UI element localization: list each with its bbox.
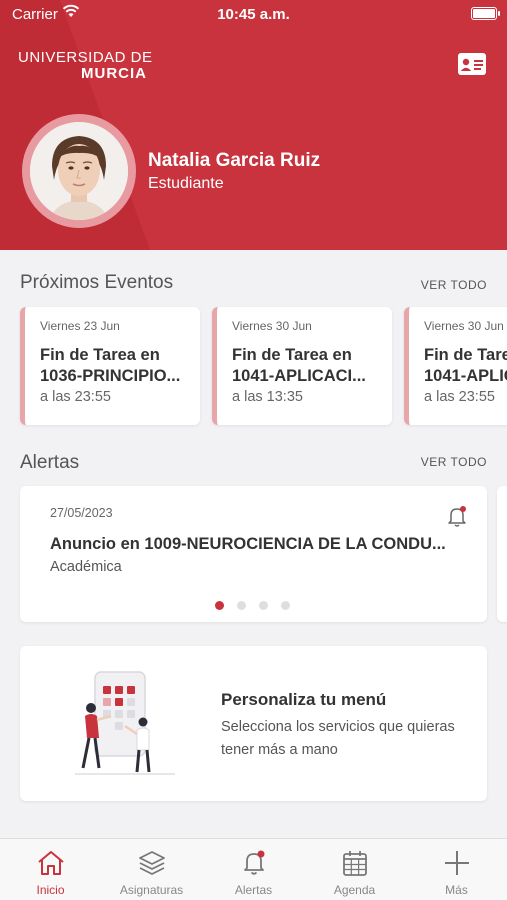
calendar-icon [343, 851, 367, 876]
alert-title: Anuncio en 1009-NEUROCIENCIA DE LA CONDU… [50, 535, 446, 553]
event-time: a las 23:55 [424, 389, 495, 405]
events-section-title: Próximos Eventos [20, 272, 174, 293]
clock: 10:45 a.m. [217, 6, 290, 23]
event-card[interactable]: Viernes 30 Jun Fin de Tarea en 1041-APLI… [404, 307, 507, 425]
event-title-line2: 1041-APLICACI... [424, 367, 507, 385]
bell-icon [244, 850, 265, 875]
pager-dot[interactable] [215, 601, 224, 610]
pager-dot[interactable] [259, 601, 268, 610]
logo-line1: UNIVERSIDAD DE [18, 49, 153, 66]
user-role: Estudiante [148, 175, 224, 192]
alert-category: Académica [50, 559, 122, 575]
pager-dot[interactable] [281, 601, 290, 610]
profile-header: Carrier 10:45 a.m. UNIVERSIDAD DE MURCIA [0, 0, 507, 250]
event-date: Viernes 30 Jun [232, 319, 312, 333]
id-card-icon[interactable] [457, 52, 487, 76]
event-date: Viernes 30 Jun [424, 319, 504, 333]
event-title: Fin de Tarea en 1036-PRINCIPIO... [40, 345, 200, 387]
bottom-tab-bar: Inicio Asignaturas Alertas Agenda Más [0, 838, 507, 900]
events-see-all-link[interactable]: VER TODO [421, 278, 487, 292]
event-title-line1: Fin de Tarea en [424, 346, 507, 364]
tab-label: Inicio [36, 883, 65, 897]
bell-icon [448, 506, 466, 527]
tab-label: Asignaturas [119, 883, 184, 897]
tab-agenda[interactable]: Agenda [304, 839, 405, 900]
battery-icon [471, 7, 500, 20]
tab-mas[interactable]: Más [406, 839, 507, 900]
customize-menu-card[interactable]: Personaliza tu menú Selecciona los servi… [20, 646, 487, 801]
tab-label: Alertas [234, 883, 273, 897]
event-card[interactable]: Viernes 23 Jun Fin de Tarea en 1036-PRIN… [20, 307, 200, 425]
alerts-section-title: Alertas [20, 452, 80, 473]
alerts-see-all-link[interactable]: VER TODO [421, 455, 487, 469]
tab-label: Más [445, 883, 468, 897]
event-date: Viernes 23 Jun [40, 319, 120, 333]
event-title-line1: Fin de Tarea en [40, 346, 160, 364]
status-bar: Carrier 10:45 a.m. [0, 0, 507, 28]
customize-menu-text: Selecciona los servicios que quieras ten… [221, 719, 455, 758]
logo-line2: MURCIA [81, 65, 147, 82]
alert-date: 27/05/2023 [50, 506, 113, 520]
pager-dot[interactable] [237, 601, 246, 610]
next-alert-card[interactable] [497, 486, 507, 622]
plus-icon [445, 851, 469, 875]
tab-alertas[interactable]: Alertas [203, 839, 304, 900]
person-portrait-icon [30, 122, 128, 220]
avatar[interactable] [22, 114, 136, 228]
layers-icon [139, 851, 165, 875]
university-logo: UNIVERSIDAD DE MURCIA [18, 50, 153, 82]
home-icon [38, 851, 64, 875]
user-name: Natalia Garcia Ruiz [148, 150, 321, 171]
event-title: Fin de Tarea en 1041-APLICACI... [424, 345, 507, 387]
avatar-photo [30, 122, 128, 220]
tab-asignaturas[interactable]: Asignaturas [101, 839, 202, 900]
tab-inicio[interactable]: Inicio [0, 839, 101, 900]
event-title-line2: 1036-PRINCIPIO... [40, 367, 181, 385]
customize-menu-title: Personaliza tu menú [221, 690, 387, 709]
customize-menu-illustration [75, 671, 175, 775]
event-title: Fin de Tarea en 1041-APLICACI... [232, 345, 392, 387]
carousel-pager[interactable] [215, 597, 303, 615]
event-time: a las 13:35 [232, 389, 303, 405]
alert-card[interactable]: 27/05/2023 Anuncio en 1009-NEUROCIENCIA … [20, 486, 487, 622]
event-time: a las 23:55 [40, 389, 111, 405]
tab-label: Agenda [333, 883, 376, 897]
event-title-line2: 1041-APLICACI... [232, 367, 366, 385]
event-title-line1: Fin de Tarea en [232, 346, 352, 364]
event-card[interactable]: Viernes 30 Jun Fin de Tarea en 1041-APLI… [212, 307, 392, 425]
